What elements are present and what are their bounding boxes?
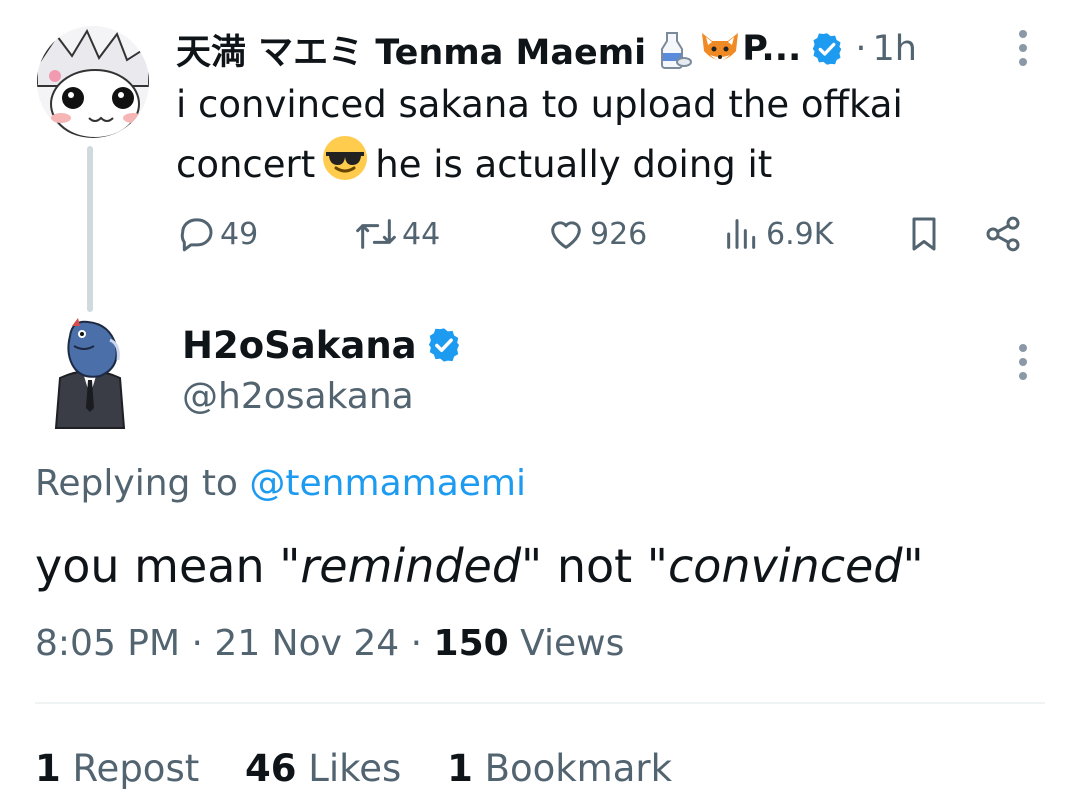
reply-avatar[interactable] xyxy=(50,316,130,430)
sake-bottle-icon xyxy=(652,29,693,69)
bookmark-stat-count: 1 xyxy=(447,747,473,790)
bookmark-action[interactable] xyxy=(904,208,948,260)
views-chart-icon xyxy=(727,219,756,249)
thread-connector-line xyxy=(87,146,93,312)
reply-author-name-row: H2oSakana xyxy=(182,318,463,372)
reply-action[interactable]: 49 xyxy=(176,208,258,260)
reply-handle[interactable]: @h2osakana xyxy=(182,372,414,422)
parent-action-bar: 49 44 926 6.9K xyxy=(176,208,1036,260)
parent-tweet-text: i convinced sakana to upload the offkai … xyxy=(176,76,1036,199)
likes-stat-label: Likes xyxy=(308,747,402,790)
meta-separator: · xyxy=(410,623,423,664)
bookmark-stat-label: Bookmark xyxy=(484,747,673,790)
likes-stat[interactable]: 46 Likes xyxy=(245,747,401,790)
fox-face-icon xyxy=(698,29,742,69)
reply-text-segment: " not " xyxy=(521,539,668,593)
stats-divider xyxy=(35,702,1045,704)
verified-badge-icon xyxy=(809,31,845,67)
repost-action[interactable]: 44 xyxy=(354,208,440,260)
reply-text-segment: you mean " xyxy=(35,539,301,593)
repost-stat-label: Repost xyxy=(72,747,200,790)
reply-more-options-icon[interactable] xyxy=(1019,344,1029,380)
parent-text-part2: he is actually doing it xyxy=(375,143,773,186)
views-count: 6.9K xyxy=(766,216,834,252)
reply-tweet-text: you mean "reminded" not "convinced" xyxy=(35,534,924,598)
share-icon xyxy=(986,216,1020,252)
sunglasses-face-icon xyxy=(321,134,369,199)
share-action[interactable] xyxy=(982,208,1028,260)
reply-text-emphasis: reminded xyxy=(300,539,522,593)
replying-to-handle-link[interactable]: @tenmamaemi xyxy=(249,463,526,504)
parent-avatar[interactable] xyxy=(37,26,149,138)
repost-count: 44 xyxy=(402,216,441,252)
parent-more-options-icon[interactable] xyxy=(1019,30,1029,66)
like-count: 926 xyxy=(590,216,648,252)
header-separator: · xyxy=(855,29,867,69)
reply-views-count: 150 xyxy=(433,623,509,664)
reply-views-label: Views xyxy=(520,623,625,664)
bookmark-icon xyxy=(912,217,936,251)
parent-display-name[interactable]: 天満 マエミ Tenma Maemi xyxy=(176,24,646,75)
reply-date[interactable]: 21 Nov 24 xyxy=(214,623,399,664)
reply-icon xyxy=(180,218,213,252)
parent-tweet-header: 天満 マエミ Tenma Maemi P... · 1h xyxy=(176,24,917,74)
heart-icon xyxy=(551,221,581,249)
bookmark-stat[interactable]: 1 Bookmark xyxy=(447,747,672,790)
reply-time[interactable]: 8:05 PM xyxy=(35,623,180,664)
likes-stat-count: 46 xyxy=(245,747,297,790)
reply-count: 49 xyxy=(220,216,259,252)
replying-to-line: Replying to @tenmamaemi xyxy=(35,458,526,510)
reply-display-name[interactable]: H2oSakana xyxy=(182,324,417,367)
verified-badge-icon xyxy=(425,326,463,364)
reply-engagement-stats: 1 Repost 46 Likes 1 Bookmark xyxy=(35,742,706,796)
reply-metadata: 8:05 PM · 21 Nov 24 · 150 Views xyxy=(35,618,624,670)
views-action[interactable]: 6.9K xyxy=(722,208,833,260)
anime-avatar-image xyxy=(37,26,149,138)
repost-stat-count: 1 xyxy=(35,747,61,790)
parent-tweet-time[interactable]: 1h xyxy=(872,29,916,69)
like-action[interactable]: 926 xyxy=(546,208,647,260)
repost-stat[interactable]: 1 Repost xyxy=(35,747,199,790)
reply-text-segment: " xyxy=(902,539,924,593)
replying-to-label: Replying to xyxy=(35,463,238,504)
fish-suit-avatar-image xyxy=(54,318,126,429)
repost-icon xyxy=(356,219,396,249)
reply-text-emphasis: convinced xyxy=(667,539,903,593)
display-name-truncated: P... xyxy=(742,29,802,69)
meta-separator: · xyxy=(191,623,203,664)
